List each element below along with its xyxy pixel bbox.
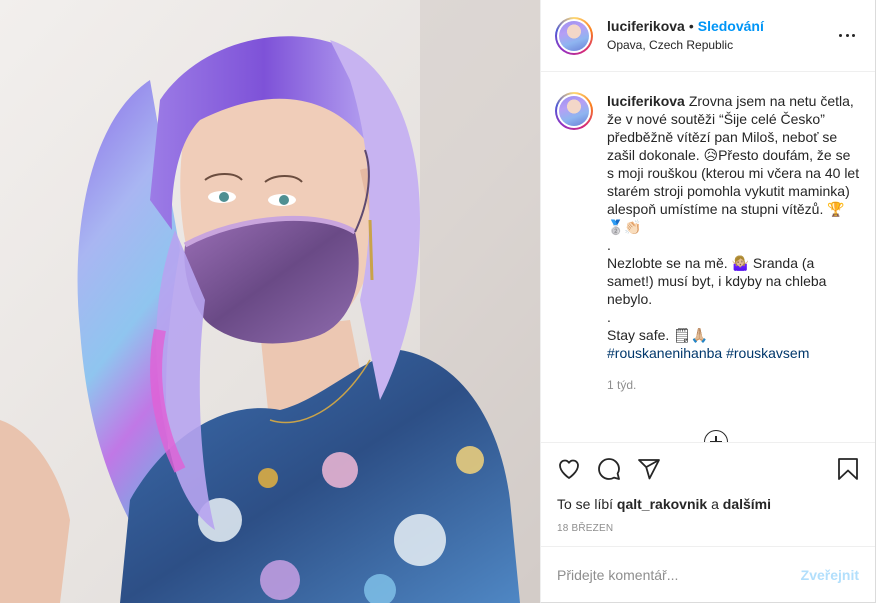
heart-icon[interactable] xyxy=(557,449,597,489)
caption-username-link[interactable]: luciferikova xyxy=(607,93,685,109)
comments-section: luciferikova Zrovna jsem na netu četla, ž… xyxy=(541,72,875,442)
post-comment-button[interactable]: Zveřejnit xyxy=(801,567,859,583)
share-icon[interactable] xyxy=(637,449,677,489)
comment-input[interactable] xyxy=(557,566,801,583)
bookmark-icon[interactable] xyxy=(819,449,859,489)
add-comment-bar: Zveřejnit xyxy=(541,546,875,602)
likes-summary: To se líbí qalt_rakovnik a dalšími xyxy=(557,496,772,512)
avatar-image xyxy=(559,96,589,126)
avatar-image xyxy=(559,20,589,51)
hashtags-link[interactable]: #rouskanenihanba #rouskavsem xyxy=(607,344,861,362)
caption-timestamp[interactable]: 1 týd. xyxy=(607,376,861,394)
location-link[interactable]: Opava, Czech Republic xyxy=(607,37,764,54)
comment-icon[interactable] xyxy=(597,449,637,489)
action-icons-row xyxy=(557,443,859,495)
caption-avatar[interactable] xyxy=(555,92,593,130)
caption-paragraph: Stay safe. 🗒🙏🏼 xyxy=(607,327,709,343)
load-more-comments-icon[interactable] xyxy=(704,430,728,442)
caption: luciferikova Zrovna jsem na netu četla, ž… xyxy=(555,92,861,394)
caption-dot: . xyxy=(607,309,611,325)
following-button[interactable]: Sledování xyxy=(698,18,764,35)
other-likers-link[interactable]: dalšími xyxy=(723,496,771,512)
avatar[interactable] xyxy=(555,16,593,55)
caption-dot: . xyxy=(607,237,611,253)
liker-username-link[interactable]: qalt_rakovnik xyxy=(617,496,707,512)
more-options-icon[interactable] xyxy=(839,27,855,43)
post-header: luciferikova • Sledování Opava, Czech Re… xyxy=(541,0,875,72)
post-side-panel: luciferikova • Sledování Opava, Czech Re… xyxy=(540,0,876,603)
instagram-post: luciferikova • Sledování Opava, Czech Re… xyxy=(0,0,876,603)
actions-section: To se líbí qalt_rakovnik a dalšími 18 bř… xyxy=(541,442,875,546)
post-date[interactable]: 18 březen xyxy=(557,523,859,534)
caption-text: luciferikova Zrovna jsem na netu četla, ž… xyxy=(607,92,861,394)
username-link[interactable]: luciferikova xyxy=(607,18,685,35)
portrait-image xyxy=(0,0,540,603)
separator-dot: • xyxy=(688,17,694,34)
caption-paragraph: Zrovna jsem na netu četla, že v nové sou… xyxy=(607,93,860,235)
caption-paragraph: Nezlobte se na mě. 🤷🏼‍♀️ Sranda (a samet… xyxy=(607,255,827,307)
post-photo[interactable] xyxy=(0,0,540,603)
